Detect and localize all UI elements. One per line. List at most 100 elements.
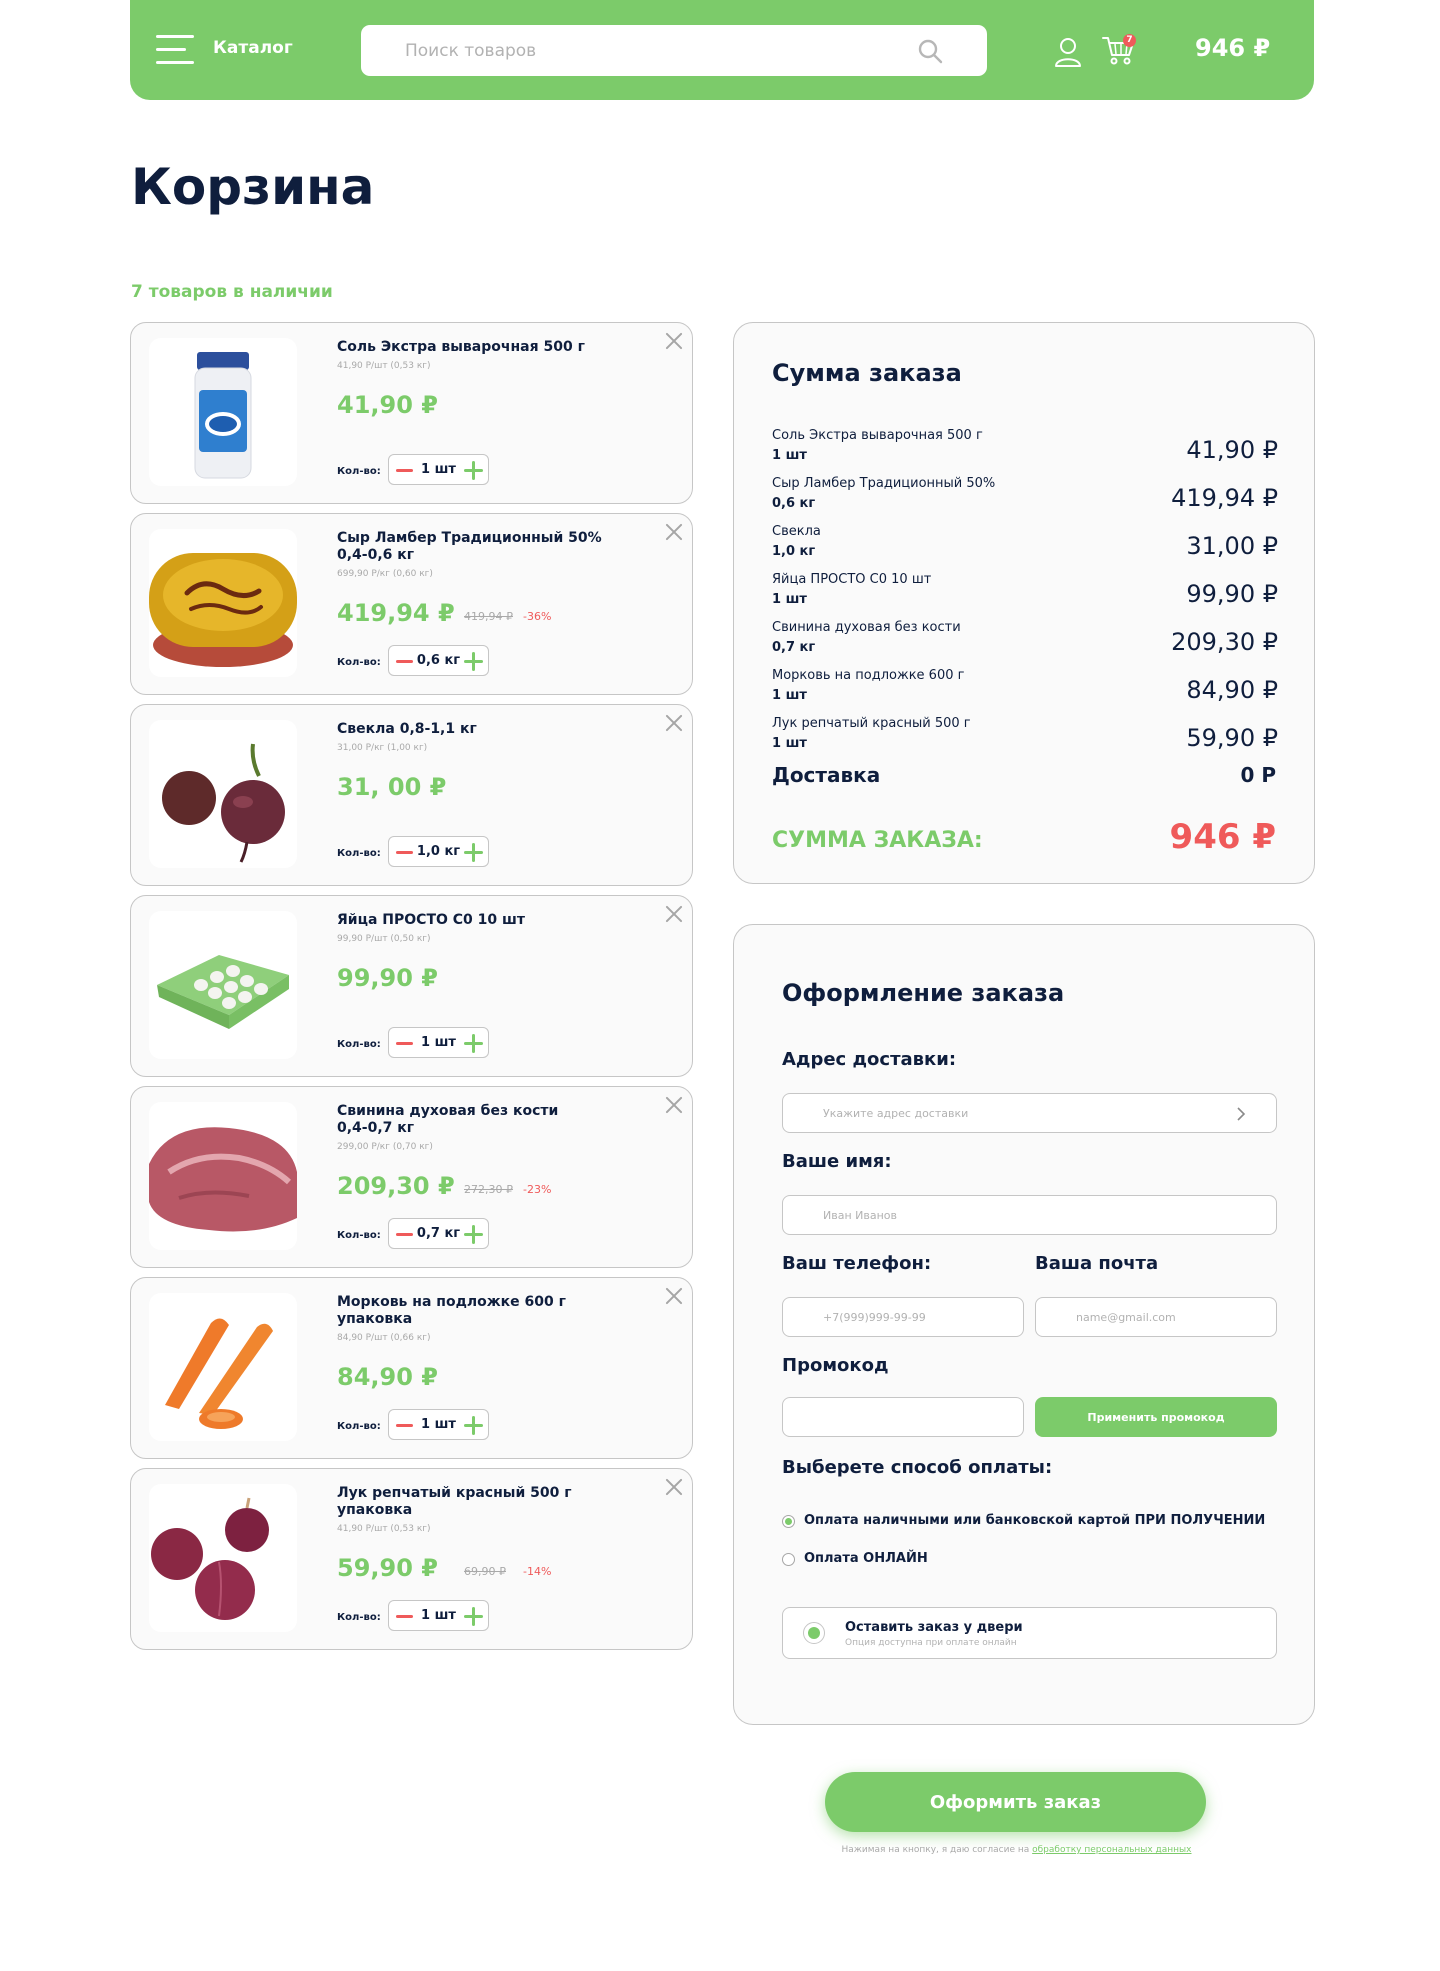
product-name[interactable]: Лук репчатый красный 500 г упаковка bbox=[337, 1485, 627, 1519]
product-name[interactable]: Свекла 0,8-1,1 кг bbox=[337, 721, 627, 738]
product-price: 31, 00 ₽ bbox=[337, 773, 447, 801]
address-label: Адрес доставки: bbox=[782, 1049, 957, 1070]
cart-count-badge: 7 bbox=[1123, 34, 1136, 47]
summary-item-price: 99,90 ₽ bbox=[1186, 580, 1278, 608]
name-label: Ваше имя: bbox=[782, 1151, 892, 1172]
summary-item-qty: 1 шт bbox=[772, 736, 807, 751]
product-image-carrot bbox=[149, 1293, 297, 1441]
payment-cash-radio[interactable] bbox=[782, 1515, 795, 1528]
product-name[interactable]: Соль Экстра выварочная 500 г bbox=[337, 339, 627, 356]
summary-item-qty: 0,7 кг bbox=[772, 640, 816, 655]
phone-field bbox=[782, 1297, 1024, 1337]
quantity-label: Кол-во: bbox=[337, 466, 381, 477]
old-price: 419,94 ₽ bbox=[464, 610, 513, 623]
remove-item-icon[interactable] bbox=[664, 1095, 684, 1115]
product-name[interactable]: Яйца ПРОСТО С0 10 шт bbox=[337, 912, 627, 929]
summary-item-price: 84,90 ₽ bbox=[1186, 676, 1278, 704]
increase-button[interactable] bbox=[464, 461, 483, 480]
summary-item-name: Лук репчатый красный 500 г bbox=[772, 716, 971, 731]
leave-at-door-title: Оставить заказ у двери bbox=[845, 1620, 1023, 1635]
summary-item-price: 209,30 ₽ bbox=[1171, 628, 1278, 656]
cart-item: Лук репчатый красный 500 г упаковка 41,9… bbox=[130, 1468, 693, 1650]
product-name[interactable]: Сыр Ламбер Традиционный 50% 0,4-0,6 кг bbox=[337, 530, 627, 564]
old-price: 69,90 ₽ bbox=[464, 1565, 506, 1578]
quantity-label: Кол-во: bbox=[337, 848, 381, 859]
unit-price: 41,90 Р/шт (0,53 кг) bbox=[337, 1524, 431, 1534]
summary-item-qty: 1,0 кг bbox=[772, 544, 816, 559]
product-price: 99,90 ₽ bbox=[337, 964, 438, 992]
email-input[interactable] bbox=[1036, 1298, 1276, 1336]
address-field bbox=[782, 1093, 1277, 1133]
product-image-pork bbox=[149, 1102, 297, 1250]
email-field bbox=[1035, 1297, 1277, 1337]
quantity-label: Кол-во: bbox=[337, 1230, 381, 1241]
summary-row: Свинина духовая без кости 0,7 кг 209,30 … bbox=[772, 620, 1278, 664]
promo-field bbox=[782, 1397, 1024, 1437]
stock-count: 7 товаров в наличии bbox=[131, 282, 333, 302]
header-cart-total[interactable]: 946 ₽ bbox=[1195, 34, 1270, 62]
cart-item: Яйца ПРОСТО С0 10 шт 99,90 Р/шт (0,50 кг… bbox=[130, 895, 693, 1077]
phone-label: Ваш телефон: bbox=[782, 1253, 932, 1274]
cart-item: Свекла 0,8-1,1 кг 31,00 Р/кг (1,00 кг) 3… bbox=[130, 704, 693, 886]
quantity-label: Кол-во: bbox=[337, 1039, 381, 1050]
remove-item-icon[interactable] bbox=[664, 1286, 684, 1306]
discount-badge: -36% bbox=[523, 610, 552, 623]
unit-price: 41,90 Р/шт (0,53 кг) bbox=[337, 361, 431, 371]
cart-item: Свинина духовая без кости 0,4-0,7 кг 299… bbox=[130, 1086, 693, 1268]
place-order-button[interactable]: Оформить заказ bbox=[825, 1772, 1206, 1832]
consent-text: Нажимая на кнопку, я даю согласие на bbox=[841, 1845, 1033, 1855]
remove-item-icon[interactable] bbox=[664, 904, 684, 924]
increase-button[interactable] bbox=[464, 843, 483, 862]
unit-price: 31,00 Р/кг (1,00 кг) bbox=[337, 743, 428, 753]
product-name[interactable]: Свинина духовая без кости 0,4-0,7 кг bbox=[337, 1103, 627, 1137]
product-image-salt bbox=[149, 338, 297, 486]
apply-promo-button[interactable]: Применить промокод bbox=[1035, 1397, 1277, 1437]
search-input[interactable] bbox=[361, 25, 987, 76]
increase-button[interactable] bbox=[464, 652, 483, 671]
leave-at-door-option[interactable]: Оставить заказ у двери Опция доступна пр… bbox=[782, 1607, 1277, 1659]
payment-label: Выберете способ оплаты: bbox=[782, 1457, 1053, 1478]
remove-item-icon[interactable] bbox=[664, 1477, 684, 1497]
privacy-link[interactable]: обработку персональных данных bbox=[1032, 1845, 1191, 1855]
quantity-stepper: 0,7 кг bbox=[388, 1218, 489, 1249]
quantity-stepper: 0,6 кг bbox=[388, 645, 489, 676]
payment-cash-label[interactable]: Оплата наличными или банковской картой П… bbox=[804, 1513, 1265, 1528]
payment-online-radio[interactable] bbox=[782, 1553, 795, 1566]
chevron-right-icon[interactable] bbox=[1236, 1106, 1246, 1122]
address-input[interactable] bbox=[783, 1094, 1276, 1132]
summary-item-price: 31,00 ₽ bbox=[1186, 532, 1278, 560]
product-image-cheese bbox=[149, 529, 297, 677]
leave-at-door-radio[interactable] bbox=[803, 1622, 825, 1644]
product-price: 419,94 ₽ bbox=[337, 599, 455, 627]
increase-button[interactable] bbox=[464, 1607, 483, 1626]
summary-item-qty: 1 шт bbox=[772, 688, 807, 703]
summary-item-name: Свинина духовая без кости bbox=[772, 620, 961, 635]
increase-button[interactable] bbox=[464, 1034, 483, 1053]
remove-item-icon[interactable] bbox=[664, 522, 684, 542]
consent-note: Нажимая на кнопку, я даю согласие на обр… bbox=[600, 1845, 1433, 1855]
increase-button[interactable] bbox=[464, 1416, 483, 1435]
increase-button[interactable] bbox=[464, 1225, 483, 1244]
summary-item-qty: 1 шт bbox=[772, 592, 807, 607]
catalog-link[interactable]: Каталог bbox=[213, 38, 293, 58]
summary-item-qty: 0,6 кг bbox=[772, 496, 816, 511]
phone-input[interactable] bbox=[783, 1298, 1023, 1336]
cart-item: Сыр Ламбер Традиционный 50% 0,4-0,6 кг 6… bbox=[130, 513, 693, 695]
summary-row: Лук репчатый красный 500 г 1 шт 59,90 ₽ bbox=[772, 716, 1278, 760]
promo-input[interactable] bbox=[783, 1398, 1023, 1436]
product-name[interactable]: Морковь на подложке 600 г упаковка bbox=[337, 1294, 627, 1328]
search-icon[interactable] bbox=[917, 38, 943, 64]
cart-item: Соль Экстра выварочная 500 г 41,90 Р/шт … bbox=[130, 322, 693, 504]
name-input[interactable] bbox=[783, 1196, 1276, 1234]
summary-title: Сумма заказа bbox=[772, 359, 962, 387]
remove-item-icon[interactable] bbox=[664, 331, 684, 351]
product-price: 41,90 ₽ bbox=[337, 391, 438, 419]
product-image-eggs bbox=[149, 911, 297, 1059]
remove-item-icon[interactable] bbox=[664, 713, 684, 733]
product-price: 209,30 ₽ bbox=[337, 1172, 455, 1200]
unit-price: 99,90 Р/шт (0,50 кг) bbox=[337, 934, 431, 944]
menu-icon[interactable] bbox=[156, 35, 194, 65]
user-icon[interactable] bbox=[1054, 37, 1082, 67]
payment-online-label[interactable]: Оплата ОНЛАЙН bbox=[804, 1551, 928, 1566]
summary-row: Яйца ПРОСТО С0 10 шт 1 шт 99,90 ₽ bbox=[772, 572, 1278, 616]
